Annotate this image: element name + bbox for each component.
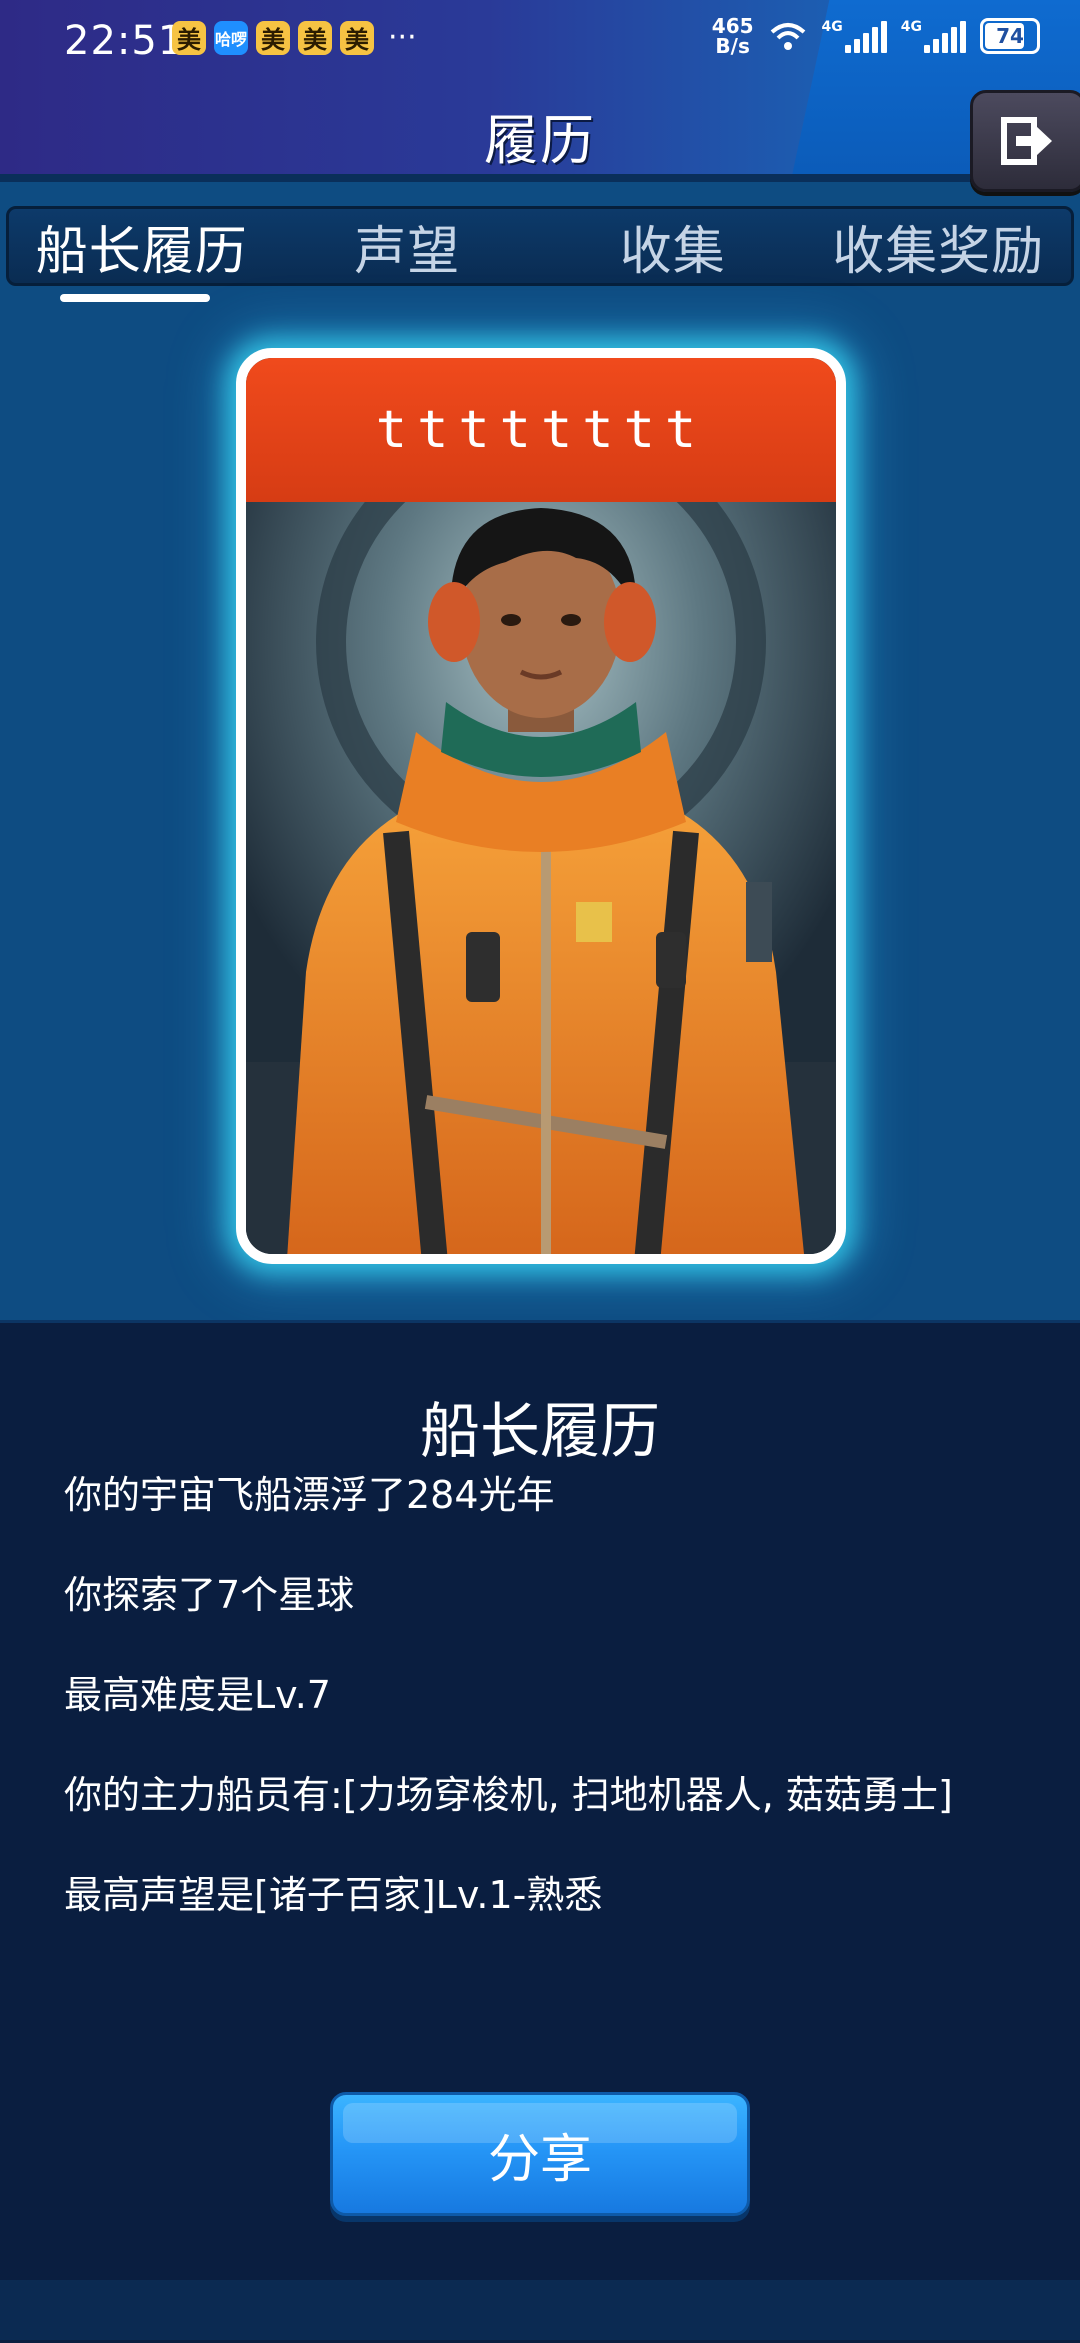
system-icons: 465 B/s 4G 4G 74 (712, 16, 1040, 56)
tab-collection[interactable]: 收集 (540, 209, 806, 284)
exit-icon (1001, 117, 1052, 165)
meituan-notification-icon: 美 (172, 20, 206, 55)
net-speed: 465 B/s (712, 16, 754, 56)
exit-button[interactable] (970, 90, 1080, 192)
active-tab-indicator (60, 294, 210, 302)
stat-planets: 你探索了7个星球 (64, 1573, 355, 1617)
character-card: tttttttt (236, 348, 846, 1264)
record-title: 船长履历 (420, 1397, 660, 1467)
title-bar: 履历 (0, 84, 1080, 180)
signal-2-label: 4G (900, 19, 922, 35)
status-time: 22:51 (64, 18, 185, 64)
stat-light-years: 你的宇宙飞船漂浮了284光年 (64, 1473, 555, 1517)
signal-1-label: 4G (821, 19, 843, 35)
wifi-icon (770, 23, 805, 50)
more-notifications-icon: ··· (388, 20, 417, 55)
character-portrait (246, 502, 836, 1254)
status-bar: 22:51 美 哈啰 美 美 美 ··· 465 B/s 4G 4G 74 (0, 0, 1080, 80)
hellobike-notification-icon: 哈啰 (214, 20, 248, 55)
tab-reputation[interactable]: 声望 (275, 209, 541, 284)
battery-level: 74 (996, 24, 1024, 48)
share-button[interactable]: 分享 (330, 2092, 750, 2216)
meituan-notification-icon: 美 (340, 20, 374, 55)
notification-icons: 美 哈啰 美 美 美 ··· (172, 20, 417, 55)
signal-bars-icon (924, 19, 966, 53)
tab-captain-record[interactable]: 船长履历 (9, 209, 275, 284)
share-button-label: 分享 (487, 2129, 592, 2190)
signal-2: 4G (901, 19, 966, 53)
tab-bar: 船长履历 声望 收集 收集奖励 (6, 206, 1074, 286)
bottom-strip (0, 2280, 1080, 2340)
battery-icon: 74 (980, 18, 1040, 54)
meituan-notification-icon: 美 (256, 20, 290, 55)
stat-max-difficulty: 最高难度是Lv.7 (64, 1673, 331, 1717)
signal-1: 4G (822, 19, 887, 53)
character-name: tttttttt (246, 358, 836, 502)
top-bar: 22:51 美 哈啰 美 美 美 ··· 465 B/s 4G 4G 74 履历 (0, 0, 1080, 182)
meituan-notification-icon: 美 (298, 20, 332, 55)
net-speed-unit: B/s (715, 34, 750, 58)
net-speed-value: 465 (711, 14, 754, 38)
page-title: 履历 (484, 109, 596, 172)
record-stats: 你的宇宙飞船漂浮了284光年 你探索了7个星球 最高难度是Lv.7 你的主力船员… (64, 1470, 1014, 1970)
stat-main-crew: 你的主力船员有:[力场穿梭机, 扫地机器人, 菇菇勇士] (64, 1773, 953, 1817)
stat-max-reputation: 最高声望是[诸子百家]Lv.1-熟悉 (64, 1873, 603, 1917)
signal-bars-icon (844, 19, 887, 53)
tab-collection-rewards[interactable]: 收集奖励 (806, 209, 1072, 284)
